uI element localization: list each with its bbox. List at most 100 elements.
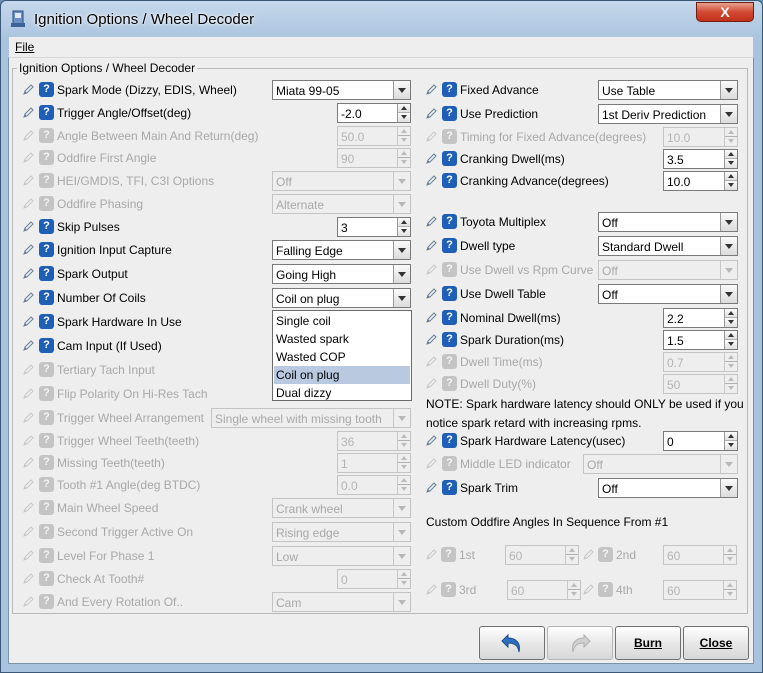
- edit-pencil-icon[interactable]: [425, 481, 438, 494]
- spin-down-icon[interactable]: [725, 318, 737, 327]
- redo-button[interactable]: [547, 626, 613, 660]
- spin-up-icon[interactable]: [725, 309, 737, 318]
- title-bar[interactable]: Ignition Options / Wheel Decoder X: [1, 1, 762, 37]
- coil-option-selected[interactable]: Coil on plug: [274, 366, 410, 384]
- help-icon[interactable]: ?: [442, 238, 457, 253]
- edit-pencil-icon[interactable]: [22, 220, 35, 233]
- help-icon[interactable]: ?: [442, 310, 457, 325]
- chevron-down-icon[interactable]: [720, 213, 737, 231]
- chevron-down-icon[interactable]: [720, 285, 737, 303]
- help-icon[interactable]: ?: [39, 314, 54, 329]
- help-icon[interactable]: ?: [442, 151, 457, 166]
- edit-pencil-icon[interactable]: [22, 106, 35, 119]
- spin-up-icon[interactable]: [398, 218, 410, 227]
- coil-option[interactable]: Dual dizzy: [274, 384, 410, 402]
- edit-pencil-icon[interactable]: [425, 434, 438, 447]
- edit-pencil-icon[interactable]: [425, 215, 438, 228]
- edit-pencil-icon[interactable]: [22, 83, 35, 96]
- chevron-down-icon: [393, 547, 410, 565]
- menu-file[interactable]: File: [15, 40, 34, 54]
- edit-pencil-icon[interactable]: [22, 339, 35, 352]
- chevron-down-icon[interactable]: [720, 105, 737, 123]
- help-icon[interactable]: ?: [39, 290, 54, 305]
- help-icon[interactable]: ?: [39, 105, 54, 120]
- setting-number-field[interactable]: -2.0: [337, 103, 411, 123]
- setting-dropdown[interactable]: Off: [598, 478, 738, 498]
- coil-option[interactable]: Single coil: [274, 312, 410, 330]
- help-icon[interactable]: ?: [442, 286, 457, 301]
- help-icon[interactable]: ?: [442, 332, 457, 347]
- spin-down-icon[interactable]: [725, 340, 737, 349]
- edit-pencil-icon[interactable]: [22, 315, 35, 328]
- edit-pencil-icon[interactable]: [22, 267, 35, 280]
- setting-dropdown[interactable]: Off: [598, 212, 738, 232]
- edit-pencil-icon[interactable]: [425, 239, 438, 252]
- spin-down-icon[interactable]: [398, 227, 410, 236]
- setting-dropdown[interactable]: Coil on plug: [272, 288, 411, 308]
- undo-button[interactable]: [479, 626, 545, 660]
- edit-pencil-icon[interactable]: [22, 291, 35, 304]
- setting-dropdown[interactable]: Standard Dwell: [598, 236, 738, 256]
- setting-number-field[interactable]: 3: [337, 217, 411, 237]
- setting-label: And Every Rotation Of..: [57, 595, 184, 609]
- setting-dropdown[interactable]: 1st Deriv Prediction: [598, 104, 738, 124]
- setting-dropdown[interactable]: Miata 99-05: [272, 80, 411, 100]
- spin-down-icon[interactable]: [725, 159, 737, 168]
- spin-down-icon[interactable]: [725, 441, 737, 450]
- chevron-down-icon[interactable]: [393, 265, 410, 283]
- spin-up-icon[interactable]: [725, 432, 737, 441]
- chevron-down-icon[interactable]: [720, 237, 737, 255]
- spin-up-icon[interactable]: [725, 150, 737, 159]
- setting-number-field[interactable]: 10.0: [663, 171, 738, 191]
- edit-pencil-icon[interactable]: [425, 311, 438, 324]
- edit-pencil-icon: [22, 478, 35, 491]
- help-icon[interactable]: ?: [39, 338, 54, 353]
- edit-pencil-icon[interactable]: [425, 83, 438, 96]
- help-icon[interactable]: ?: [442, 173, 457, 188]
- setting-dropdown: Single wheel with missing tooth: [211, 408, 411, 428]
- spin-down-icon[interactable]: [725, 181, 737, 190]
- close-button[interactable]: Close: [683, 626, 749, 660]
- spin-up-icon[interactable]: [725, 331, 737, 340]
- setting-dropdown[interactable]: Use Table: [598, 80, 738, 100]
- help-icon: ?: [442, 354, 457, 369]
- edit-pencil-icon[interactable]: [22, 243, 35, 256]
- help-icon: ?: [441, 547, 456, 562]
- chevron-down-icon[interactable]: [393, 241, 410, 259]
- help-icon[interactable]: ?: [39, 266, 54, 281]
- help-icon[interactable]: ?: [39, 242, 54, 257]
- setting-number-field[interactable]: 2.2: [663, 308, 738, 328]
- help-icon[interactable]: ?: [442, 214, 457, 229]
- setting-dropdown[interactable]: Off: [598, 284, 738, 304]
- help-icon[interactable]: ?: [39, 82, 54, 97]
- spin-down-icon[interactable]: [398, 113, 410, 122]
- setting-dropdown[interactable]: Falling Edge: [272, 240, 411, 260]
- help-icon[interactable]: ?: [442, 480, 457, 495]
- chevron-down-icon[interactable]: [393, 81, 410, 99]
- edit-pencil-icon[interactable]: [425, 174, 438, 187]
- coil-option[interactable]: Wasted spark: [274, 330, 410, 348]
- coil-option[interactable]: Wasted COP: [274, 348, 410, 366]
- help-icon[interactable]: ?: [442, 106, 457, 121]
- edit-pencil-icon[interactable]: [425, 107, 438, 120]
- chevron-down-icon[interactable]: [720, 81, 737, 99]
- help-icon[interactable]: ?: [442, 433, 457, 448]
- edit-pencil-icon: [22, 363, 35, 376]
- chevron-down-icon[interactable]: [720, 479, 737, 497]
- burn-button[interactable]: Burn: [615, 626, 681, 660]
- setting-dropdown[interactable]: Going High: [272, 264, 411, 284]
- dropdown-value: Miata 99-05: [276, 84, 340, 98]
- setting-number-field[interactable]: 0: [663, 431, 738, 451]
- help-icon[interactable]: ?: [442, 82, 457, 97]
- help-icon[interactable]: ?: [39, 219, 54, 234]
- spin-up-icon[interactable]: [398, 104, 410, 113]
- chevron-down-icon[interactable]: [393, 289, 410, 307]
- edit-pencil-icon[interactable]: [425, 152, 438, 165]
- edit-pencil-icon[interactable]: [425, 333, 438, 346]
- spin-up-icon[interactable]: [725, 172, 737, 181]
- window-close-button[interactable]: X: [696, 2, 754, 22]
- edit-pencil-icon[interactable]: [425, 287, 438, 300]
- setting-number-field[interactable]: 1.5: [663, 330, 738, 350]
- setting-number-field[interactable]: 3.5: [663, 149, 738, 169]
- coil-dropdown-list[interactable]: Single coil Wasted spark Wasted COP Coil…: [272, 310, 412, 401]
